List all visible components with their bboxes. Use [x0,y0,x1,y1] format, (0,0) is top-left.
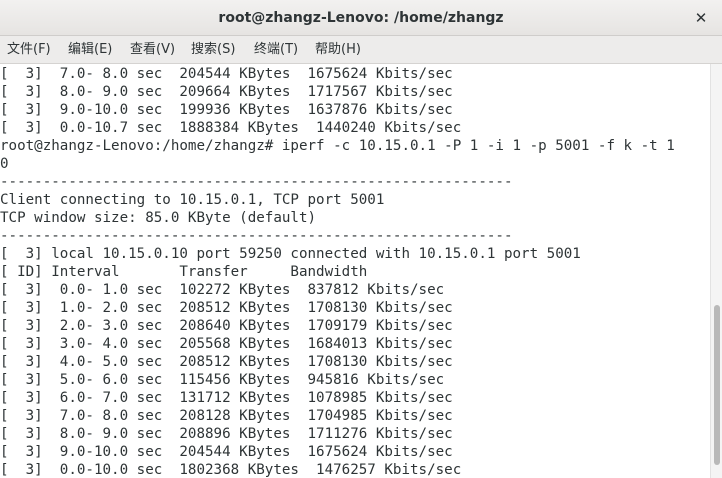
terminal-line: [ 3] 7.0- 8.0 sec 204544 KBytes 1675624 … [0,66,453,82]
terminal-line: ----------------------------------------… [0,174,513,190]
terminal-line: [ 3] 7.0- 8.0 sec 208128 KBytes 1704985 … [0,408,453,424]
terminal-line: [ 3] 0.0-10.0 sec 1802368 KBytes 1476257… [0,462,462,478]
title-bar: root@zhangz-Lenovo: /home/zhangz ✕ [0,0,722,36]
close-icon[interactable]: ✕ [690,7,712,29]
menu-bar: 文件(F) 编辑(E) 查看(V) 搜索(S) 终端(T) 帮助(H) [0,36,722,64]
terminal-line: [ 3] 0.0- 1.0 sec 102272 KBytes 837812 K… [0,282,445,298]
terminal-line: [ 3] 5.0- 6.0 sec 115456 KBytes 945816 K… [0,372,445,388]
menu-terminal[interactable]: 终端(T) [254,36,298,64]
terminal-line: [ 3] 9.0-10.0 sec 204544 KBytes 1675624 … [0,444,453,460]
window-title: root@zhangz-Lenovo: /home/zhangz [218,10,504,26]
menu-view[interactable]: 查看(V) [130,36,175,64]
terminal-line: [ 3] 9.0-10.0 sec 199936 KBytes 1637876 … [0,102,453,118]
terminal-line: [ ID] Interval Transfer Bandwidth [0,264,368,280]
terminal-line: [ 3] 2.0- 3.0 sec 208640 KBytes 1709179 … [0,318,453,334]
terminal-line: ----------------------------------------… [0,228,513,244]
scrollbar-thumb[interactable] [714,305,720,465]
terminal-line: 0 [0,156,9,172]
menu-search[interactable]: 搜索(S) [191,36,235,64]
menu-edit[interactable]: 编辑(E) [68,36,112,64]
menu-file[interactable]: 文件(F) [7,36,51,64]
terminal-line: Client connecting to 10.15.0.1, TCP port… [0,192,385,208]
vertical-scrollbar[interactable] [710,64,722,478]
terminal-line: root@zhangz-Lenovo:/home/zhangz# iperf -… [0,138,675,154]
terminal-line: [ 3] 1.0- 2.0 sec 208512 KBytes 1708130 … [0,300,453,316]
terminal-line: [ 3] 3.0- 4.0 sec 205568 KBytes 1684013 … [0,336,453,352]
terminal-line: [ 3] local 10.15.0.10 port 59250 connect… [0,246,581,262]
terminal-line: [ 3] 8.0- 9.0 sec 208896 KBytes 1711276 … [0,426,453,442]
terminal-line: [ 3] 4.0- 5.0 sec 208512 KBytes 1708130 … [0,354,453,370]
menu-help[interactable]: 帮助(H) [315,36,361,64]
terminal-output[interactable]: [ 3] 7.0- 8.0 sec 204544 KBytes 1675624 … [0,64,710,478]
terminal-line: [ 3] 8.0- 9.0 sec 209664 KBytes 1717567 … [0,84,453,100]
terminal-line: [ 3] 6.0- 7.0 sec 131712 KBytes 1078985 … [0,390,453,406]
terminal-line: [ 3] 0.0-10.7 sec 1888384 KBytes 1440240… [0,120,462,136]
terminal-line: TCP window size: 85.0 KByte (default) [0,210,317,226]
